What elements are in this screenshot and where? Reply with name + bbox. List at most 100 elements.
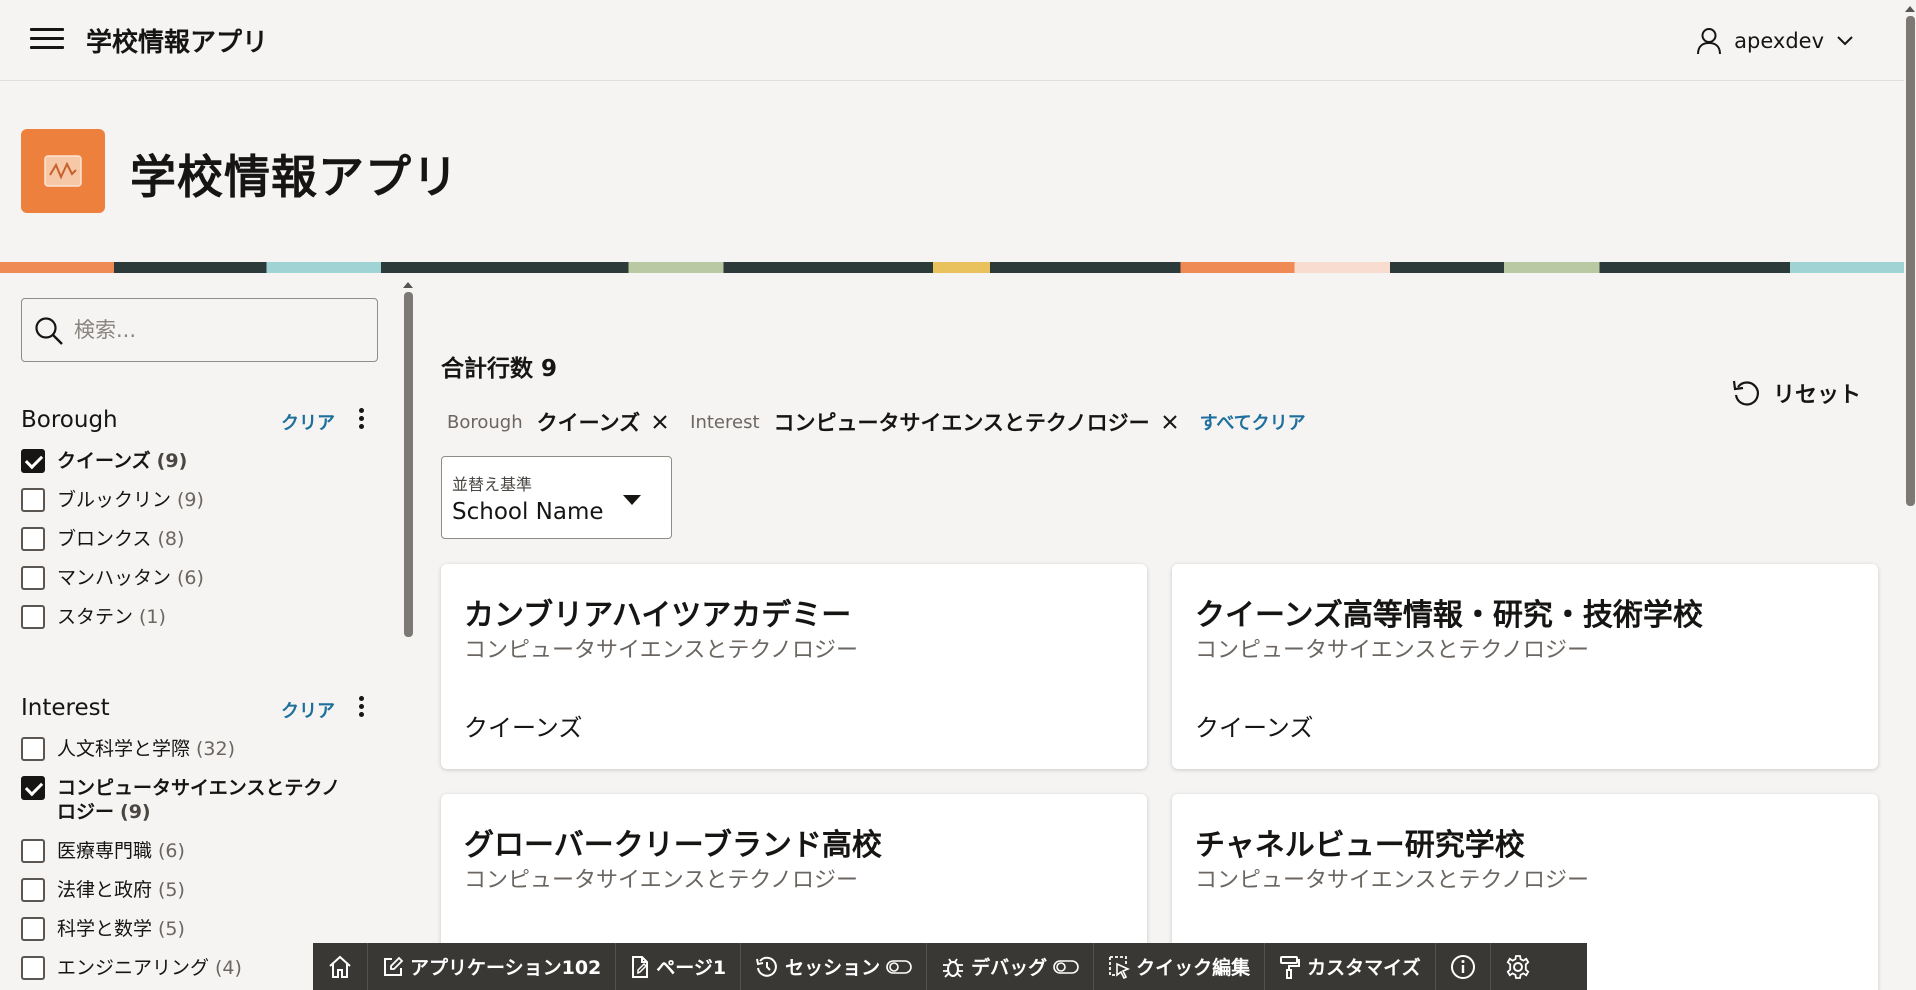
facet-clear-link[interactable]: クリア [281, 409, 335, 435]
chip-value: クイーンズ [536, 411, 641, 435]
facet-option[interactable]: 人文科学と学際 (32) [21, 737, 371, 761]
card-title: チャネルビュー研究学校 [1195, 828, 1525, 863]
facet-option[interactable]: コンピュータサイエンスとテクノロジー (9) [21, 776, 371, 824]
search-icon [35, 317, 63, 345]
checkbox[interactable] [21, 449, 45, 473]
app-title[interactable]: 学校情報アプリ [86, 22, 268, 59]
checkbox[interactable] [21, 917, 45, 941]
facet-option-label: 医療専門職 [57, 840, 153, 862]
dev-customize-button[interactable]: カスタマイズ [1265, 943, 1436, 990]
checkbox[interactable] [21, 566, 45, 590]
facet-option-count: (6) [158, 840, 185, 862]
card-title: グローバークリーブランド高校 [464, 828, 882, 863]
caret-down-icon [623, 495, 641, 505]
paint-roller-icon [1280, 955, 1301, 979]
card-borough: クイーンズ [1195, 714, 1314, 742]
cursor-select-icon [1109, 955, 1131, 979]
close-icon[interactable] [652, 414, 668, 430]
dev-application-button[interactable]: アプリケーション102 [368, 943, 617, 990]
facet-option-label: ブロンクス [57, 528, 152, 550]
history-icon [756, 956, 778, 977]
reset-icon [1732, 380, 1759, 406]
more-options-icon[interactable] [351, 405, 371, 435]
search-results-region: 合計行数 9 リセット Borough クイーンズ Interest コンピュー… [441, 273, 1881, 990]
chip-value: コンピュータサイエンスとテクノロジー [773, 411, 1150, 435]
sort-by-value: School Name [452, 499, 604, 525]
facet-option-count: (5) [158, 918, 185, 940]
edit-icon [384, 956, 404, 976]
facet-option-label: マンハッタン [57, 567, 172, 589]
card-subtitle: コンピュータサイエンスとテクノロジー [464, 638, 859, 663]
chevron-down-icon [1837, 36, 1853, 46]
facet-panel-scrollbar[interactable] [403, 282, 413, 642]
checkbox[interactable] [21, 956, 45, 980]
facet-option-label: エンジニアリング [57, 957, 210, 979]
facet-borough: Borough クリア クイーンズ (9) ブルックリン (9) ブロンクス (8) … [21, 403, 371, 644]
top-navigation-bar: 学校情報アプリ apexdev [0, 0, 1904, 81]
card-borough: クイーンズ [464, 714, 583, 742]
toggle-icon [886, 959, 912, 974]
reset-button[interactable]: リセット [1731, 377, 1861, 409]
checkbox[interactable] [21, 737, 45, 761]
dev-debug-label: デバッグ [971, 957, 1048, 979]
facet-option-label: 科学と数学 [57, 918, 153, 940]
user-menu-button[interactable]: apexdev [1696, 24, 1854, 58]
dev-page-button[interactable]: ページ1 [616, 943, 742, 990]
facet-option-label: スタテン [57, 606, 134, 628]
facet-option[interactable]: ブロンクス (8) [21, 527, 371, 551]
school-card[interactable]: クイーンズ高等情報・研究・技術学校 コンピュータサイエンスとテクノロジー クイー… [1172, 564, 1878, 769]
facet-option-count: (1) [139, 606, 166, 628]
facet-option-count: (9) [156, 450, 188, 472]
checkbox[interactable] [21, 605, 45, 629]
checkbox[interactable] [21, 527, 45, 551]
sort-by-label: 並替え基準 [452, 475, 533, 494]
facet-option-count: (8) [157, 528, 185, 550]
dev-settings-button[interactable] [1491, 943, 1545, 990]
facet-option-label: 法律と政府 [57, 879, 153, 901]
facet-option-label: コンピュータサイエンスとテクノロジー [57, 777, 341, 823]
chip-facet-name: Interest [690, 411, 760, 433]
dev-application-label: アプリケーション102 [410, 957, 602, 979]
facet-option-count: (9) [177, 489, 204, 511]
search-field[interactable] [21, 298, 378, 362]
facet-option-count: (32) [196, 738, 236, 760]
dev-info-button[interactable] [1436, 943, 1491, 990]
facet-option[interactable]: 法律と政府 (5) [21, 878, 371, 902]
facet-option-label: クイーンズ [57, 450, 151, 472]
page-scrollbar[interactable] [1904, 0, 1916, 990]
dev-home-button[interactable] [313, 943, 368, 990]
facet-option[interactable]: スタテン (1) [21, 605, 371, 629]
facet-option[interactable]: ブルックリン (9) [21, 488, 371, 512]
faceted-search-panel: Borough クリア クイーンズ(9) ブルックリン(9) ブロンクス(8) … [0, 273, 400, 990]
dev-session-button[interactable]: セッション [741, 943, 928, 990]
facet-option[interactable]: クイーンズ (9) [21, 449, 371, 473]
page-hero: 学校情報アプリ [0, 81, 1904, 261]
dev-debug-button[interactable]: デバッグ [927, 943, 1095, 990]
checkbox[interactable] [21, 488, 45, 512]
school-card[interactable]: カンブリアハイツアカデミー コンピュータサイエンスとテクノロジー クイーンズ [441, 564, 1147, 769]
close-icon[interactable] [1162, 414, 1178, 430]
sort-by-select[interactable]: 並替え基準 School Name [441, 456, 672, 539]
search-input[interactable] [74, 311, 364, 349]
checkbox[interactable] [21, 878, 45, 902]
home-icon [329, 955, 351, 978]
more-options-icon[interactable] [351, 693, 371, 723]
chip-facet-name: Borough [447, 411, 523, 433]
facet-option-count: (4) [215, 957, 242, 979]
clear-all-link[interactable]: すべてクリア [1200, 409, 1306, 435]
active-filter-chips: Borough クイーンズ Interest コンピュータサイエンスとテクノロジ… [447, 407, 1306, 437]
app-logo-icon [21, 129, 105, 213]
user-name: apexdev [1734, 29, 1824, 53]
checkbox[interactable] [21, 776, 45, 800]
filter-chip-interest: Interest コンピュータサイエンスとテクノロジー [690, 407, 1177, 437]
dev-quick-edit-button[interactable]: クイック編集 [1094, 943, 1266, 990]
facet-option[interactable]: マンハッタン (6) [21, 566, 371, 590]
hamburger-menu-icon[interactable] [30, 28, 64, 54]
facet-clear-link[interactable]: クリア [281, 697, 335, 723]
toggle-icon [1053, 959, 1079, 974]
facet-option-count: (9) [120, 801, 151, 823]
facet-option[interactable]: 医療専門職 (6) [21, 839, 371, 863]
card-subtitle: コンピュータサイエンスとテクノロジー [1195, 638, 1590, 663]
facet-option[interactable]: 科学と数学 (5) [21, 917, 371, 941]
checkbox[interactable] [21, 839, 45, 863]
